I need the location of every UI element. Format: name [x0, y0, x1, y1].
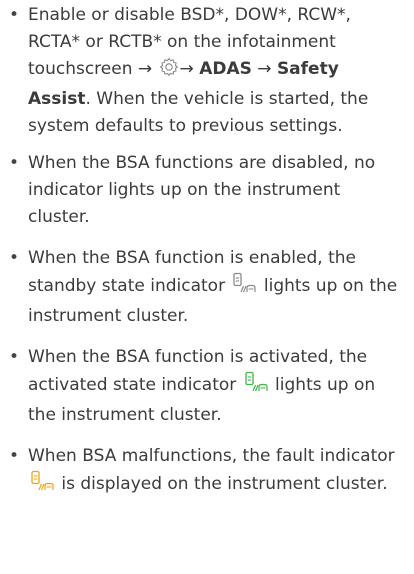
- bsa-fault-indicator-icon: [29, 470, 55, 501]
- menu-adas: ADAS: [199, 59, 252, 79]
- bullet-marker: •: [9, 150, 19, 177]
- document-page: • Enable or disable BSD*, DOW*, RCW*, RC…: [0, 0, 414, 501]
- bsa-activated-indicator-icon: [243, 371, 269, 402]
- bullet-item-disabled: • When the BSA functions are disabled, n…: [8, 150, 398, 231]
- gear-icon: [159, 57, 179, 86]
- bullet-marker: •: [9, 245, 19, 272]
- arrow: →: [257, 59, 271, 79]
- bullet-marker: •: [9, 443, 19, 470]
- bullet-item-settings: • Enable or disable BSD*, DOW*, RCW*, RC…: [8, 2, 398, 140]
- item-text-end: is displayed on the instrument cluster.: [56, 474, 388, 494]
- bsa-standby-indicator-icon: [231, 272, 257, 303]
- arrow: →: [138, 59, 152, 79]
- bullet-marker: •: [9, 344, 19, 371]
- bullet-item-fault: • When BSA malfunctions, the fault indic…: [8, 443, 398, 501]
- item-text-start: When BSA malfunctions, the fault indicat…: [28, 446, 395, 466]
- arrow: →: [180, 59, 194, 79]
- bullet-item-enabled: • When the BSA function is enabled, the …: [8, 245, 398, 330]
- item-text: When the BSA functions are disabled, no …: [28, 153, 375, 227]
- bullet-marker: •: [9, 2, 19, 29]
- bullet-list: • Enable or disable BSD*, DOW*, RCW*, RC…: [8, 2, 398, 501]
- bullet-item-activated: • When the BSA function is activated, th…: [8, 344, 398, 429]
